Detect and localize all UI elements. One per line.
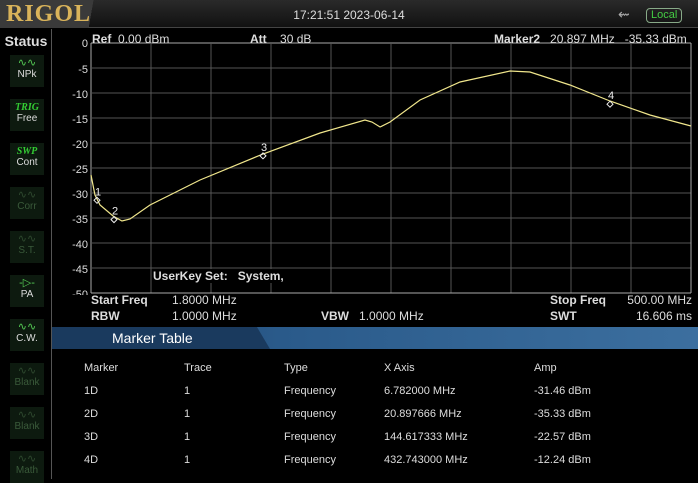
marker-3-label: 3 bbox=[261, 142, 267, 154]
col-trace: Trace bbox=[184, 361, 212, 374]
table-cell: -12.24 dBm bbox=[534, 453, 591, 466]
st-icon: ∿∿ bbox=[17, 233, 37, 245]
col-marker: Marker bbox=[84, 361, 119, 374]
datetime: 17:21:51 2023-06-14 bbox=[293, 8, 405, 22]
pa-icon: -▷- bbox=[19, 277, 35, 289]
status-button-blank[interactable]: ∿∿ Blank bbox=[10, 363, 44, 395]
table-cell: 1 bbox=[184, 384, 191, 397]
table-row[interactable]: 3D 1 Frequency 144.617333 MHz -22.57 dBm bbox=[84, 425, 591, 448]
y-tick-label: -50 bbox=[72, 289, 88, 295]
status-button-label: Free bbox=[16, 113, 38, 124]
status-button-npk[interactable]: ∿∿ NPk bbox=[10, 55, 44, 87]
marker-2-label: 2 bbox=[112, 206, 118, 218]
y-tick-label: -25 bbox=[72, 164, 88, 176]
status-button-cw[interactable]: ∿∿ C.W. bbox=[10, 319, 44, 351]
table-cell: 1D bbox=[84, 384, 99, 397]
y-tick-label: -40 bbox=[72, 239, 88, 251]
vbw: VBW 1.0000 MHz bbox=[321, 309, 424, 323]
y-tick-label: -30 bbox=[72, 189, 88, 201]
start-freq: Start Freq 1.8000 MHz bbox=[91, 293, 237, 307]
marker-4-label: 4 bbox=[608, 90, 614, 102]
table-row[interactable]: 2D 1 Frequency 20.897666 MHz -35.33 dBm bbox=[84, 402, 591, 425]
stop-freq: Stop Freq 500.00 MHz bbox=[550, 293, 692, 307]
status-button-label: PA bbox=[20, 289, 34, 300]
y-tick-label: -45 bbox=[72, 264, 88, 276]
status-button-label: Blank bbox=[14, 421, 40, 432]
table-cell: 432.743000 MHz bbox=[384, 453, 468, 466]
col-x-axis: X Axis bbox=[384, 361, 415, 374]
attenuation: Att 30 dB bbox=[250, 32, 312, 46]
table-cell: 4D bbox=[84, 453, 99, 466]
ref-level: Ref 0.00 dBm bbox=[92, 32, 170, 46]
table-cell: Frequency bbox=[284, 384, 336, 397]
y-tick-label: -10 bbox=[72, 89, 88, 101]
math-icon: ∿∿ bbox=[17, 453, 37, 465]
trig-tag: TRIG bbox=[15, 102, 39, 113]
col-type: Type bbox=[284, 361, 308, 374]
npk-icon: ∿∿ bbox=[17, 57, 37, 69]
usb-icon: ⇜ bbox=[618, 6, 630, 22]
status-button-label: Math bbox=[15, 465, 39, 476]
marker-table: Marker Trace Type X Axis Amp 1D 1 Frequenc… bbox=[84, 356, 591, 471]
table-cell: 1 bbox=[184, 407, 191, 420]
spectrum-display[interactable]: 0 -5 -10 -15 -20 -25 -30 -35 -40 -45 -50 12 3 4 bbox=[52, 30, 698, 295]
y-tick-label: -35 bbox=[72, 214, 88, 226]
swp-tag: SWP bbox=[16, 146, 38, 157]
col-amp: Amp bbox=[534, 361, 557, 374]
status-button-label: Cont bbox=[16, 157, 38, 168]
blank-icon: ∿∿ bbox=[17, 365, 37, 377]
table-cell: 2D bbox=[84, 407, 99, 420]
table-cell: Frequency bbox=[284, 407, 336, 420]
table-row[interactable]: 4D 1 Frequency 432.743000 MHz -12.24 dBm bbox=[84, 448, 591, 471]
status-button-free[interactable]: TRIG Free bbox=[10, 99, 44, 131]
status-button-label: S.T. bbox=[18, 245, 36, 256]
marker-table-header: Marker Trace Type X Axis Amp bbox=[84, 356, 591, 379]
marker-table-title: Marker Table bbox=[52, 327, 270, 349]
table-cell: 3D bbox=[84, 430, 99, 443]
y-tick-label: -15 bbox=[72, 114, 88, 126]
status-button-cont[interactable]: SWP Cont bbox=[10, 143, 44, 175]
cw-icon: ∿∿ bbox=[17, 321, 37, 333]
status-title: Status bbox=[4, 33, 48, 49]
table-cell: 1 bbox=[184, 453, 191, 466]
table-cell: -22.57 dBm bbox=[534, 430, 591, 443]
active-marker-readout: Marker2 20.897 MHz -35.33 dBm bbox=[494, 32, 687, 46]
y-tick-label: 0 bbox=[82, 38, 88, 50]
y-tick-label: -5 bbox=[78, 64, 88, 76]
status-button-corr[interactable]: ∿∿ Corr bbox=[10, 187, 44, 219]
status-button-math[interactable]: ∿∿ Math bbox=[10, 451, 44, 483]
table-cell: 144.617333 MHz bbox=[384, 430, 468, 443]
y-tick-label: -20 bbox=[72, 139, 88, 151]
status-button-pa[interactable]: -▷- PA bbox=[10, 275, 44, 307]
status-button-label: Blank bbox=[14, 377, 40, 388]
table-cell: Frequency bbox=[284, 453, 336, 466]
status-button-label: NPk bbox=[17, 69, 37, 80]
table-cell: -35.33 dBm bbox=[534, 407, 591, 420]
status-button-label: Corr bbox=[17, 201, 37, 212]
table-row[interactable]: 1D 1 Frequency 6.782000 MHz -31.46 dBm bbox=[84, 379, 591, 402]
status-button-label: C.W. bbox=[16, 333, 38, 344]
userkey-status: UserKey Set: System, bbox=[153, 269, 284, 283]
local-status-badge[interactable]: Local bbox=[646, 8, 683, 23]
status-button-blank[interactable]: ∿∿ Blank bbox=[10, 407, 44, 439]
marker-1-label: 1 bbox=[95, 186, 101, 198]
table-cell: Frequency bbox=[284, 430, 336, 443]
table-cell: -31.46 dBm bbox=[534, 384, 591, 397]
table-cell: 20.897666 MHz bbox=[384, 407, 462, 420]
blank-icon: ∿∿ bbox=[17, 409, 37, 421]
status-button-st[interactable]: ∿∿ S.T. bbox=[10, 231, 44, 263]
sweep-time: SWT 16.606 ms bbox=[550, 309, 692, 323]
corr-icon: ∿∿ bbox=[17, 189, 37, 201]
table-cell: 6.782000 MHz bbox=[384, 384, 456, 397]
table-cell: 1 bbox=[184, 430, 191, 443]
rbw: RBW 1.0000 MHz bbox=[91, 309, 237, 323]
